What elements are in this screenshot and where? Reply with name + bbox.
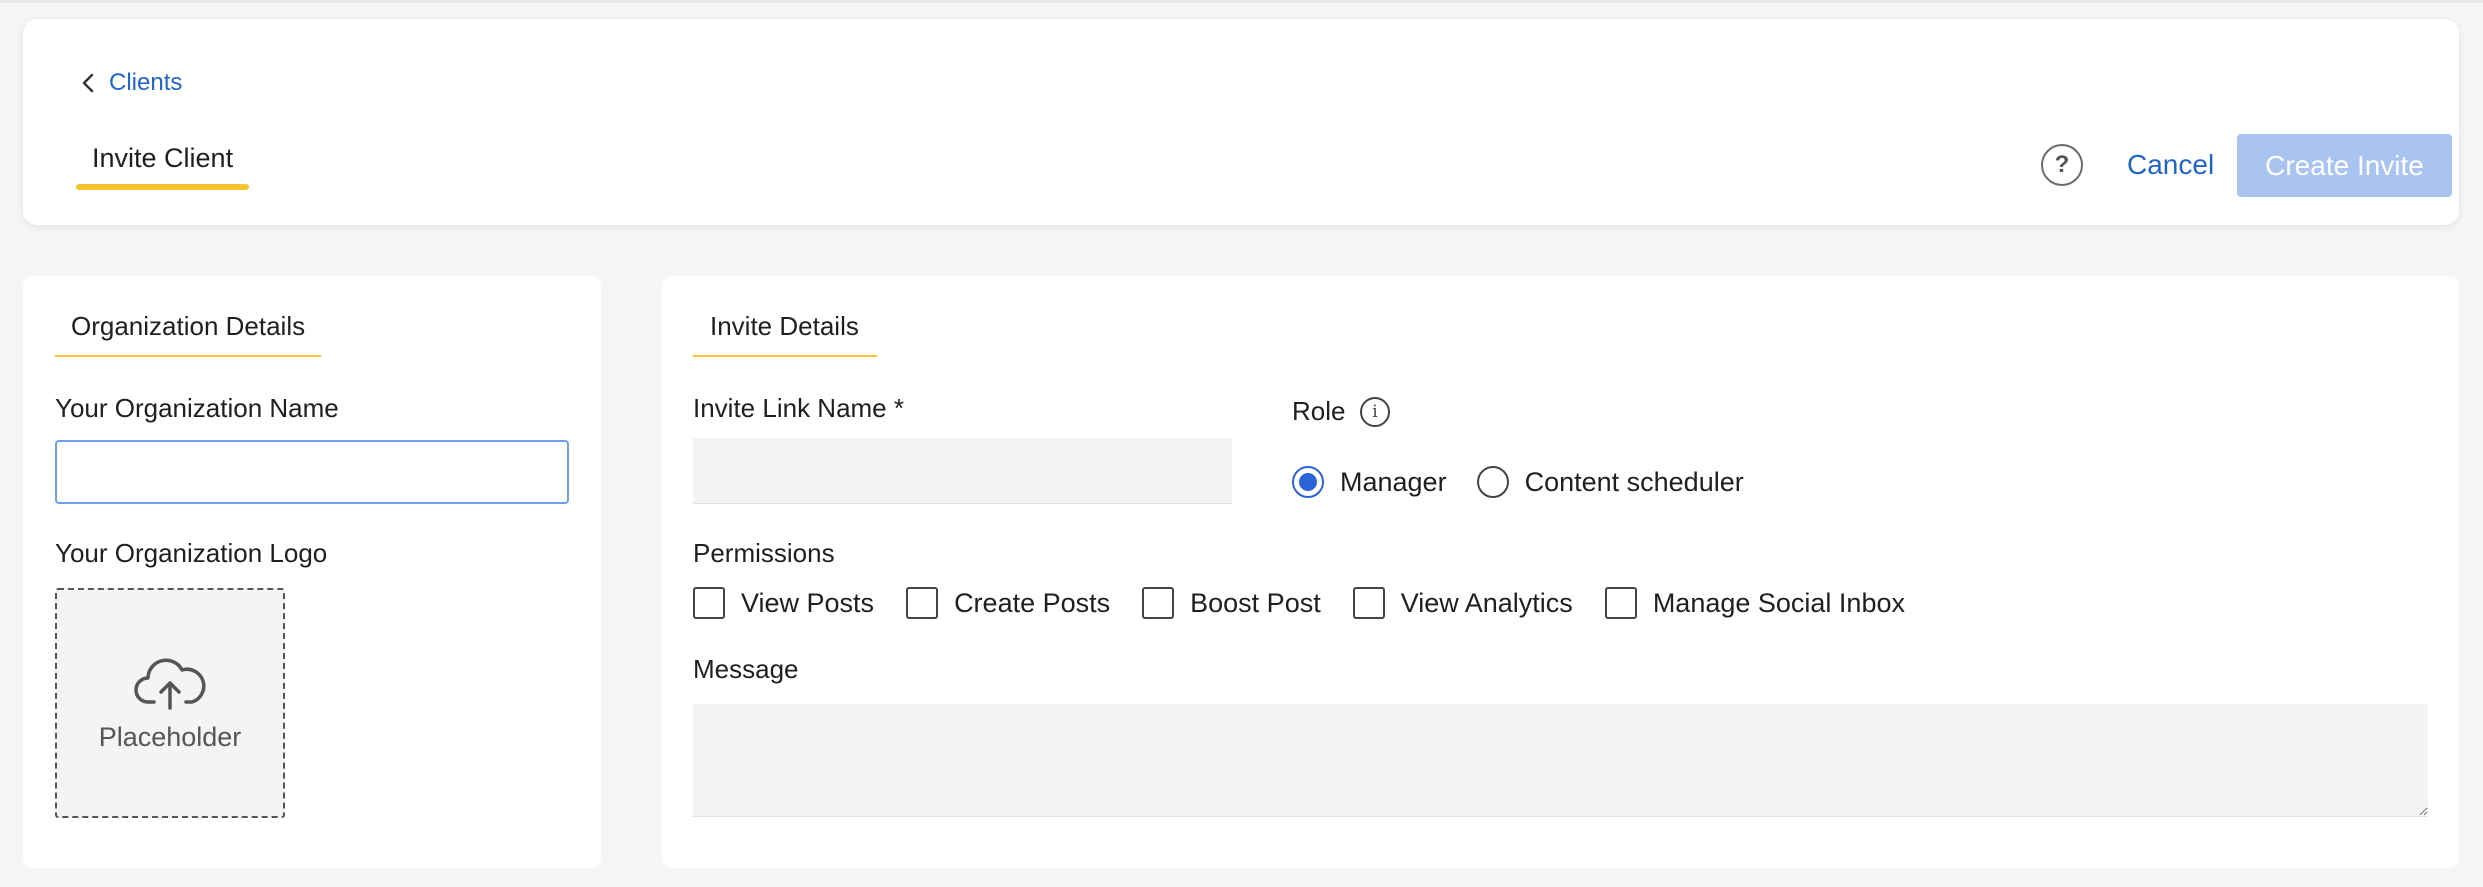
permission-create-posts[interactable]: Create Posts xyxy=(906,587,1110,619)
organization-details-panel: Organization Details Your Organization N… xyxy=(23,276,601,868)
permission-boost-post[interactable]: Boost Post xyxy=(1142,587,1321,619)
page-title: Invite Client xyxy=(92,143,234,173)
checkbox[interactable] xyxy=(693,587,725,619)
permission-manage-social-inbox[interactable]: Manage Social Inbox xyxy=(1604,587,1905,619)
help-icon[interactable]: ? xyxy=(2041,144,2083,186)
info-icon[interactable]: i xyxy=(1360,397,1390,427)
message-label: Message xyxy=(693,654,799,684)
logo-upload-dropzone[interactable]: Placeholder xyxy=(55,588,285,818)
checkbox[interactable] xyxy=(1142,587,1175,619)
page-title-tab: Invite Client xyxy=(76,143,249,190)
checkbox[interactable] xyxy=(1604,587,1637,619)
checkbox-label: Boost Post xyxy=(1190,587,1321,618)
organization-logo-label: Your Organization Logo xyxy=(55,538,328,568)
section-underline xyxy=(55,355,321,357)
role-option-manager[interactable]: Manager xyxy=(1292,466,1447,498)
top-divider xyxy=(0,0,2483,3)
role-option-content-scheduler[interactable]: Content scheduler xyxy=(1476,466,1744,498)
checkbox-label: View Analytics xyxy=(1400,587,1573,618)
role-radio-group: Manager Content scheduler xyxy=(1292,466,1774,498)
organization-name-input[interactable] xyxy=(55,440,569,504)
radio-label: Manager xyxy=(1340,466,1447,497)
invite-link-name-input[interactable] xyxy=(693,438,1232,504)
breadcrumb[interactable]: Clients xyxy=(81,69,182,97)
logo-placeholder-text: Placeholder xyxy=(98,721,242,752)
permission-view-analytics[interactable]: View Analytics xyxy=(1352,587,1573,619)
section-underline xyxy=(693,355,877,357)
checkbox-label: View Posts xyxy=(741,587,875,618)
permissions-label: Permissions xyxy=(693,538,835,568)
upload-cloud-icon xyxy=(134,658,206,710)
checkbox-label: Create Posts xyxy=(954,587,1111,618)
role-label: Role xyxy=(1292,396,1346,426)
page-header: Clients Invite Client ? Cancel Create In… xyxy=(23,19,2459,225)
checkbox[interactable] xyxy=(1352,587,1385,619)
organization-section-title: Organization Details xyxy=(71,311,306,341)
message-textarea[interactable] xyxy=(693,704,2428,817)
invite-section-title: Invite Details xyxy=(710,311,859,341)
chevron-left-icon xyxy=(81,73,95,93)
permission-view-posts[interactable]: View Posts xyxy=(693,587,874,619)
radio-button-content-scheduler[interactable] xyxy=(1476,466,1509,498)
invite-link-name-label: Invite Link Name * xyxy=(693,393,904,423)
radio-button-manager[interactable] xyxy=(1292,466,1324,498)
checkbox[interactable] xyxy=(906,587,939,619)
checkbox-label: Manage Social Inbox xyxy=(1652,587,1905,618)
cancel-button[interactable]: Cancel xyxy=(2109,137,2232,193)
invite-details-panel: Invite Details Invite Link Name * Role i… xyxy=(662,276,2459,868)
permissions-checkbox-group: View Posts Create Posts Boost Post View … xyxy=(693,587,1937,619)
create-invite-button[interactable]: Create Invite xyxy=(2237,134,2452,197)
page-title-underline xyxy=(76,184,249,190)
organization-name-label: Your Organization Name xyxy=(55,393,339,423)
breadcrumb-link-clients[interactable]: Clients xyxy=(109,69,182,97)
radio-label: Content scheduler xyxy=(1524,466,1744,497)
